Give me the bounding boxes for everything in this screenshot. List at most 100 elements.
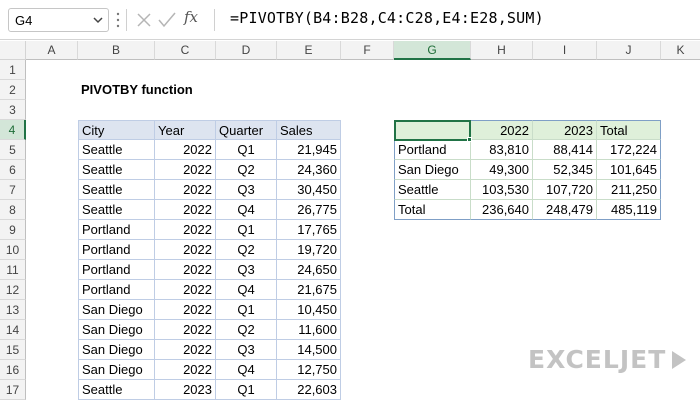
sheet-title[interactable]: PIVOTBY function [78, 80, 196, 100]
source-data-cell[interactable]: 22,603 [277, 380, 341, 400]
row-header-9[interactable]: 9 [0, 220, 26, 240]
source-data-cell[interactable]: Q2 [216, 240, 277, 260]
source-data-cell[interactable]: 2022 [155, 220, 216, 240]
source-data-cell[interactable]: 21,945 [277, 140, 341, 160]
pivot-data-cell[interactable]: 83,810 [471, 140, 533, 160]
row-header-15[interactable]: 15 [0, 340, 26, 360]
source-data-cell[interactable]: Seattle [78, 200, 155, 220]
fill-handle[interactable] [467, 137, 472, 142]
source-data-cell[interactable]: Seattle [78, 180, 155, 200]
source-data-cell[interactable]: 2022 [155, 180, 216, 200]
source-data-cell[interactable]: Portland [78, 240, 155, 260]
source-data-cell[interactable]: Q3 [216, 260, 277, 280]
column-header-b[interactable]: B [78, 41, 155, 60]
source-data-cell[interactable]: 2022 [155, 260, 216, 280]
source-data-cell[interactable]: 2022 [155, 340, 216, 360]
more-options-icon[interactable] [116, 12, 120, 28]
source-data-cell[interactable]: 10,450 [277, 300, 341, 320]
pivot-header-cell[interactable]: 2022 [471, 120, 533, 140]
column-header-c[interactable]: C [155, 41, 216, 60]
source-data-cell[interactable]: Portland [78, 280, 155, 300]
row-header-7[interactable]: 7 [0, 180, 26, 200]
source-data-cell[interactable]: Seattle [78, 380, 155, 400]
source-data-cell[interactable]: Seattle [78, 160, 155, 180]
pivot-header-cell[interactable]: 2023 [533, 120, 597, 140]
column-header-d[interactable]: D [216, 41, 277, 60]
pivot-data-cell[interactable]: Total [394, 200, 471, 220]
source-data-cell[interactable]: Q1 [216, 380, 277, 400]
source-data-cell[interactable]: 2022 [155, 200, 216, 220]
source-data-cell[interactable]: 2022 [155, 140, 216, 160]
source-data-cell[interactable]: Q3 [216, 180, 277, 200]
row-header-17[interactable]: 17 [0, 380, 26, 400]
source-data-cell[interactable]: 19,720 [277, 240, 341, 260]
source-data-cell[interactable]: 24,650 [277, 260, 341, 280]
enter-check-icon[interactable] [158, 12, 176, 28]
source-data-cell[interactable]: Portland [78, 220, 155, 240]
source-data-cell[interactable]: 11,600 [277, 320, 341, 340]
pivot-data-cell[interactable]: 103,530 [471, 180, 533, 200]
formula-input[interactable]: =PIVOTBY(B4:B28,C4:C28,E4:E28,SUM) [230, 9, 544, 27]
source-data-cell[interactable]: Q2 [216, 320, 277, 340]
pivot-data-cell[interactable]: San Diego [394, 160, 471, 180]
source-data-cell[interactable]: San Diego [78, 340, 155, 360]
chevron-down-icon[interactable] [93, 16, 103, 24]
source-data-cell[interactable]: 2022 [155, 300, 216, 320]
source-data-cell[interactable]: 17,765 [277, 220, 341, 240]
source-data-cell[interactable]: 2022 [155, 320, 216, 340]
source-data-cell[interactable]: Seattle [78, 140, 155, 160]
insert-function-icon[interactable]: fx [184, 8, 198, 26]
name-box[interactable]: G4 [8, 8, 109, 32]
pivot-data-cell[interactable]: 52,345 [533, 160, 597, 180]
pivot-data-cell[interactable]: 485,119 [597, 200, 661, 220]
pivot-data-cell[interactable]: 101,645 [597, 160, 661, 180]
row-header-16[interactable]: 16 [0, 360, 26, 380]
source-data-cell[interactable]: Q1 [216, 220, 277, 240]
source-data-cell[interactable]: 2022 [155, 360, 216, 380]
source-data-cell[interactable]: 2023 [155, 380, 216, 400]
pivot-data-cell[interactable]: 211,250 [597, 180, 661, 200]
source-data-cell[interactable]: Q1 [216, 300, 277, 320]
source-data-cell[interactable]: Q2 [216, 160, 277, 180]
row-header-6[interactable]: 6 [0, 160, 26, 180]
source-data-cell[interactable]: 14,500 [277, 340, 341, 360]
select-all-corner[interactable] [0, 41, 26, 60]
source-data-cell[interactable]: Portland [78, 260, 155, 280]
column-header-f[interactable]: F [341, 41, 394, 60]
source-data-cell[interactable]: Q3 [216, 340, 277, 360]
row-header-8[interactable]: 8 [0, 200, 26, 220]
source-data-cell[interactable]: Q1 [216, 140, 277, 160]
pivot-data-cell[interactable]: Seattle [394, 180, 471, 200]
column-header-g[interactable]: G [394, 41, 471, 60]
row-header-11[interactable]: 11 [0, 260, 26, 280]
pivot-data-cell[interactable]: 49,300 [471, 160, 533, 180]
row-header-10[interactable]: 10 [0, 240, 26, 260]
pivot-data-cell[interactable]: 236,640 [471, 200, 533, 220]
pivot-data-cell[interactable]: 172,224 [597, 140, 661, 160]
row-header-4[interactable]: 4 [0, 120, 26, 140]
source-header-cell[interactable]: Year [155, 120, 216, 140]
source-data-cell[interactable]: Q4 [216, 200, 277, 220]
row-header-14[interactable]: 14 [0, 320, 26, 340]
pivot-header-cell[interactable]: Total [597, 120, 661, 140]
source-data-cell[interactable]: 30,450 [277, 180, 341, 200]
source-data-cell[interactable]: Q4 [216, 280, 277, 300]
column-header-a[interactable]: A [26, 41, 78, 60]
pivot-data-cell[interactable]: 88,414 [533, 140, 597, 160]
column-header-j[interactable]: J [597, 41, 661, 60]
source-data-cell[interactable]: San Diego [78, 320, 155, 340]
pivot-data-cell[interactable]: 248,479 [533, 200, 597, 220]
source-data-cell[interactable]: 2022 [155, 240, 216, 260]
source-data-cell[interactable]: 21,675 [277, 280, 341, 300]
row-header-2[interactable]: 2 [0, 80, 26, 100]
source-data-cell[interactable]: 26,775 [277, 200, 341, 220]
source-data-cell[interactable]: San Diego [78, 360, 155, 380]
pivot-data-cell[interactable]: Portland [394, 140, 471, 160]
pivot-data-cell[interactable]: 107,720 [533, 180, 597, 200]
column-header-i[interactable]: I [533, 41, 597, 60]
source-data-cell[interactable]: 24,360 [277, 160, 341, 180]
source-header-cell[interactable]: Quarter [216, 120, 277, 140]
source-data-cell[interactable]: 2022 [155, 160, 216, 180]
source-data-cell[interactable]: 2022 [155, 280, 216, 300]
column-header-e[interactable]: E [277, 41, 341, 60]
